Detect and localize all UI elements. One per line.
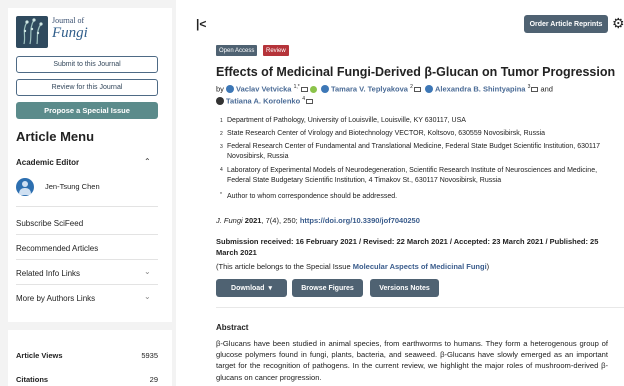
special-issue-link[interactable]: Molecular Aspects of Medicinal Fungi bbox=[353, 262, 487, 271]
divider bbox=[216, 307, 624, 308]
author-icon bbox=[216, 96, 224, 105]
download-label: Download bbox=[231, 284, 265, 292]
author-sup: 3 bbox=[527, 84, 531, 90]
orcid-icon[interactable] bbox=[309, 85, 317, 93]
author-link[interactable]: Tatiana A. Korolenko bbox=[226, 97, 300, 106]
doi-link[interactable]: https://doi.org/10.3390/jof7040250 bbox=[300, 216, 420, 225]
divider bbox=[16, 259, 158, 260]
abstract-text: β-Glucans have been studied in animal sp… bbox=[216, 339, 608, 382]
affiliation-number: * bbox=[220, 192, 222, 198]
article-views-value: 5935 bbox=[141, 351, 158, 360]
special-issue-suffix: ) bbox=[486, 262, 490, 271]
divider bbox=[16, 206, 158, 207]
author-sup: 4 bbox=[302, 96, 306, 102]
email-icon[interactable] bbox=[306, 98, 314, 104]
sidebar-link-subscribe-scifeed[interactable]: Subscribe SciFeed bbox=[16, 219, 83, 228]
author-link[interactable]: Vaclav Vetvicka bbox=[236, 85, 291, 94]
author-icon bbox=[226, 84, 235, 93]
gear-icon[interactable]: ⚙ bbox=[612, 15, 624, 33]
versions-notes-button[interactable]: Versions Notes bbox=[370, 279, 439, 297]
journal-name[interactable]: Journal of Fungi bbox=[52, 17, 88, 41]
author-link[interactable]: Tamara V. Teplyakova bbox=[331, 85, 408, 94]
chevron-down-icon[interactable]: ⌄ bbox=[144, 292, 151, 301]
affiliation-text: Laboratory of Experimental Models of Neu… bbox=[227, 167, 598, 185]
author-icon bbox=[320, 84, 329, 93]
email-icon[interactable] bbox=[300, 86, 308, 92]
sidebar-link-related-info[interactable]: Related Info Links bbox=[16, 269, 80, 278]
email-icon[interactable] bbox=[531, 86, 539, 92]
journal-logo[interactable] bbox=[16, 16, 48, 48]
chevron-up-icon[interactable]: ⌃ bbox=[144, 157, 151, 166]
affiliation-text: Author to whom correspondence should be … bbox=[227, 193, 398, 200]
authors-line-1: by Vaclav Vetvicka 1,* Tamara V. Teplyak… bbox=[216, 84, 553, 94]
academic-editor-label[interactable]: Academic Editor bbox=[16, 158, 79, 167]
chevron-down-icon[interactable]: ⌄ bbox=[144, 267, 151, 276]
abstract-heading: Abstract bbox=[216, 323, 249, 332]
citations-label: Citations bbox=[16, 375, 49, 384]
authors-line-2: Tatiana A. Korolenko 4 bbox=[216, 96, 314, 106]
email-icon[interactable] bbox=[413, 86, 421, 92]
sidebar-link-more-by-authors[interactable]: More by Authors Links bbox=[16, 294, 95, 303]
affiliation-number: 1 bbox=[220, 118, 223, 124]
special-issue-note: (This article belongs to the Special Iss… bbox=[216, 262, 489, 271]
sidebar-link-recommended-articles[interactable]: Recommended Articles bbox=[16, 244, 98, 253]
download-button[interactable]: Download ▾ bbox=[216, 279, 287, 297]
author-link[interactable]: Alexandra B. Shintyapina bbox=[435, 85, 525, 94]
citations-value: 29 bbox=[149, 375, 158, 384]
citation-journal: J. Fungi bbox=[216, 216, 243, 225]
publication-dates: Submission received: 16 February 2021 / … bbox=[216, 237, 599, 257]
browse-figures-button[interactable]: Browse Figures bbox=[292, 279, 363, 297]
special-issue-prefix: (This article belongs to the Special Iss… bbox=[216, 262, 353, 271]
affiliation-text: Federal Research Center of Fundamental a… bbox=[227, 143, 601, 161]
and-label: and bbox=[540, 84, 553, 94]
affiliation-number: 4 bbox=[220, 167, 223, 173]
affiliation-number: 3 bbox=[220, 144, 223, 150]
review-journal-button[interactable]: Review for this Journal bbox=[16, 79, 158, 96]
article-title: Effects of Medicinal Fungi-Derived β-Glu… bbox=[216, 65, 616, 79]
affiliation-number: 2 bbox=[220, 131, 223, 137]
author-icon bbox=[425, 84, 434, 93]
article-views-label: Article Views bbox=[16, 351, 63, 360]
propose-special-issue-button[interactable]: Propose a Special Issue bbox=[16, 102, 158, 119]
open-access-badge: Open Access bbox=[216, 45, 258, 56]
divider bbox=[16, 234, 158, 235]
review-badge: Review bbox=[263, 45, 289, 56]
citation-volume: , 7(4), 250; bbox=[261, 216, 298, 225]
author-sup: 1,* bbox=[293, 84, 300, 90]
chevron-down-icon: ▾ bbox=[268, 285, 272, 292]
avatar bbox=[16, 178, 34, 196]
journal-name-line1: Journal of bbox=[52, 16, 85, 25]
divider bbox=[16, 284, 158, 285]
by-label: by bbox=[216, 84, 224, 94]
affiliation-text: State Research Center of Virology and Bi… bbox=[227, 130, 546, 137]
citation-year: 2021 bbox=[244, 216, 262, 225]
submit-journal-button[interactable]: Submit to this Journal bbox=[16, 56, 158, 73]
journal-name-line2: Fungi bbox=[52, 25, 88, 41]
affiliation-text: Department of Pathology, University of L… bbox=[227, 117, 466, 124]
sidebar: Journal of Fungi Submit to this Journal … bbox=[0, 0, 176, 386]
order-reprints-button[interactable]: Order Article Reprints bbox=[524, 15, 608, 33]
article-menu-title: Article Menu bbox=[16, 129, 95, 144]
editor-name[interactable]: Jen-Tsung Chen bbox=[45, 182, 100, 191]
citation: J. Fungi 2021, 7(4), 250; https://doi.or… bbox=[216, 216, 420, 225]
author-sup: 2 bbox=[410, 84, 413, 90]
collapse-sidebar-icon[interactable]: |< bbox=[196, 17, 206, 31]
